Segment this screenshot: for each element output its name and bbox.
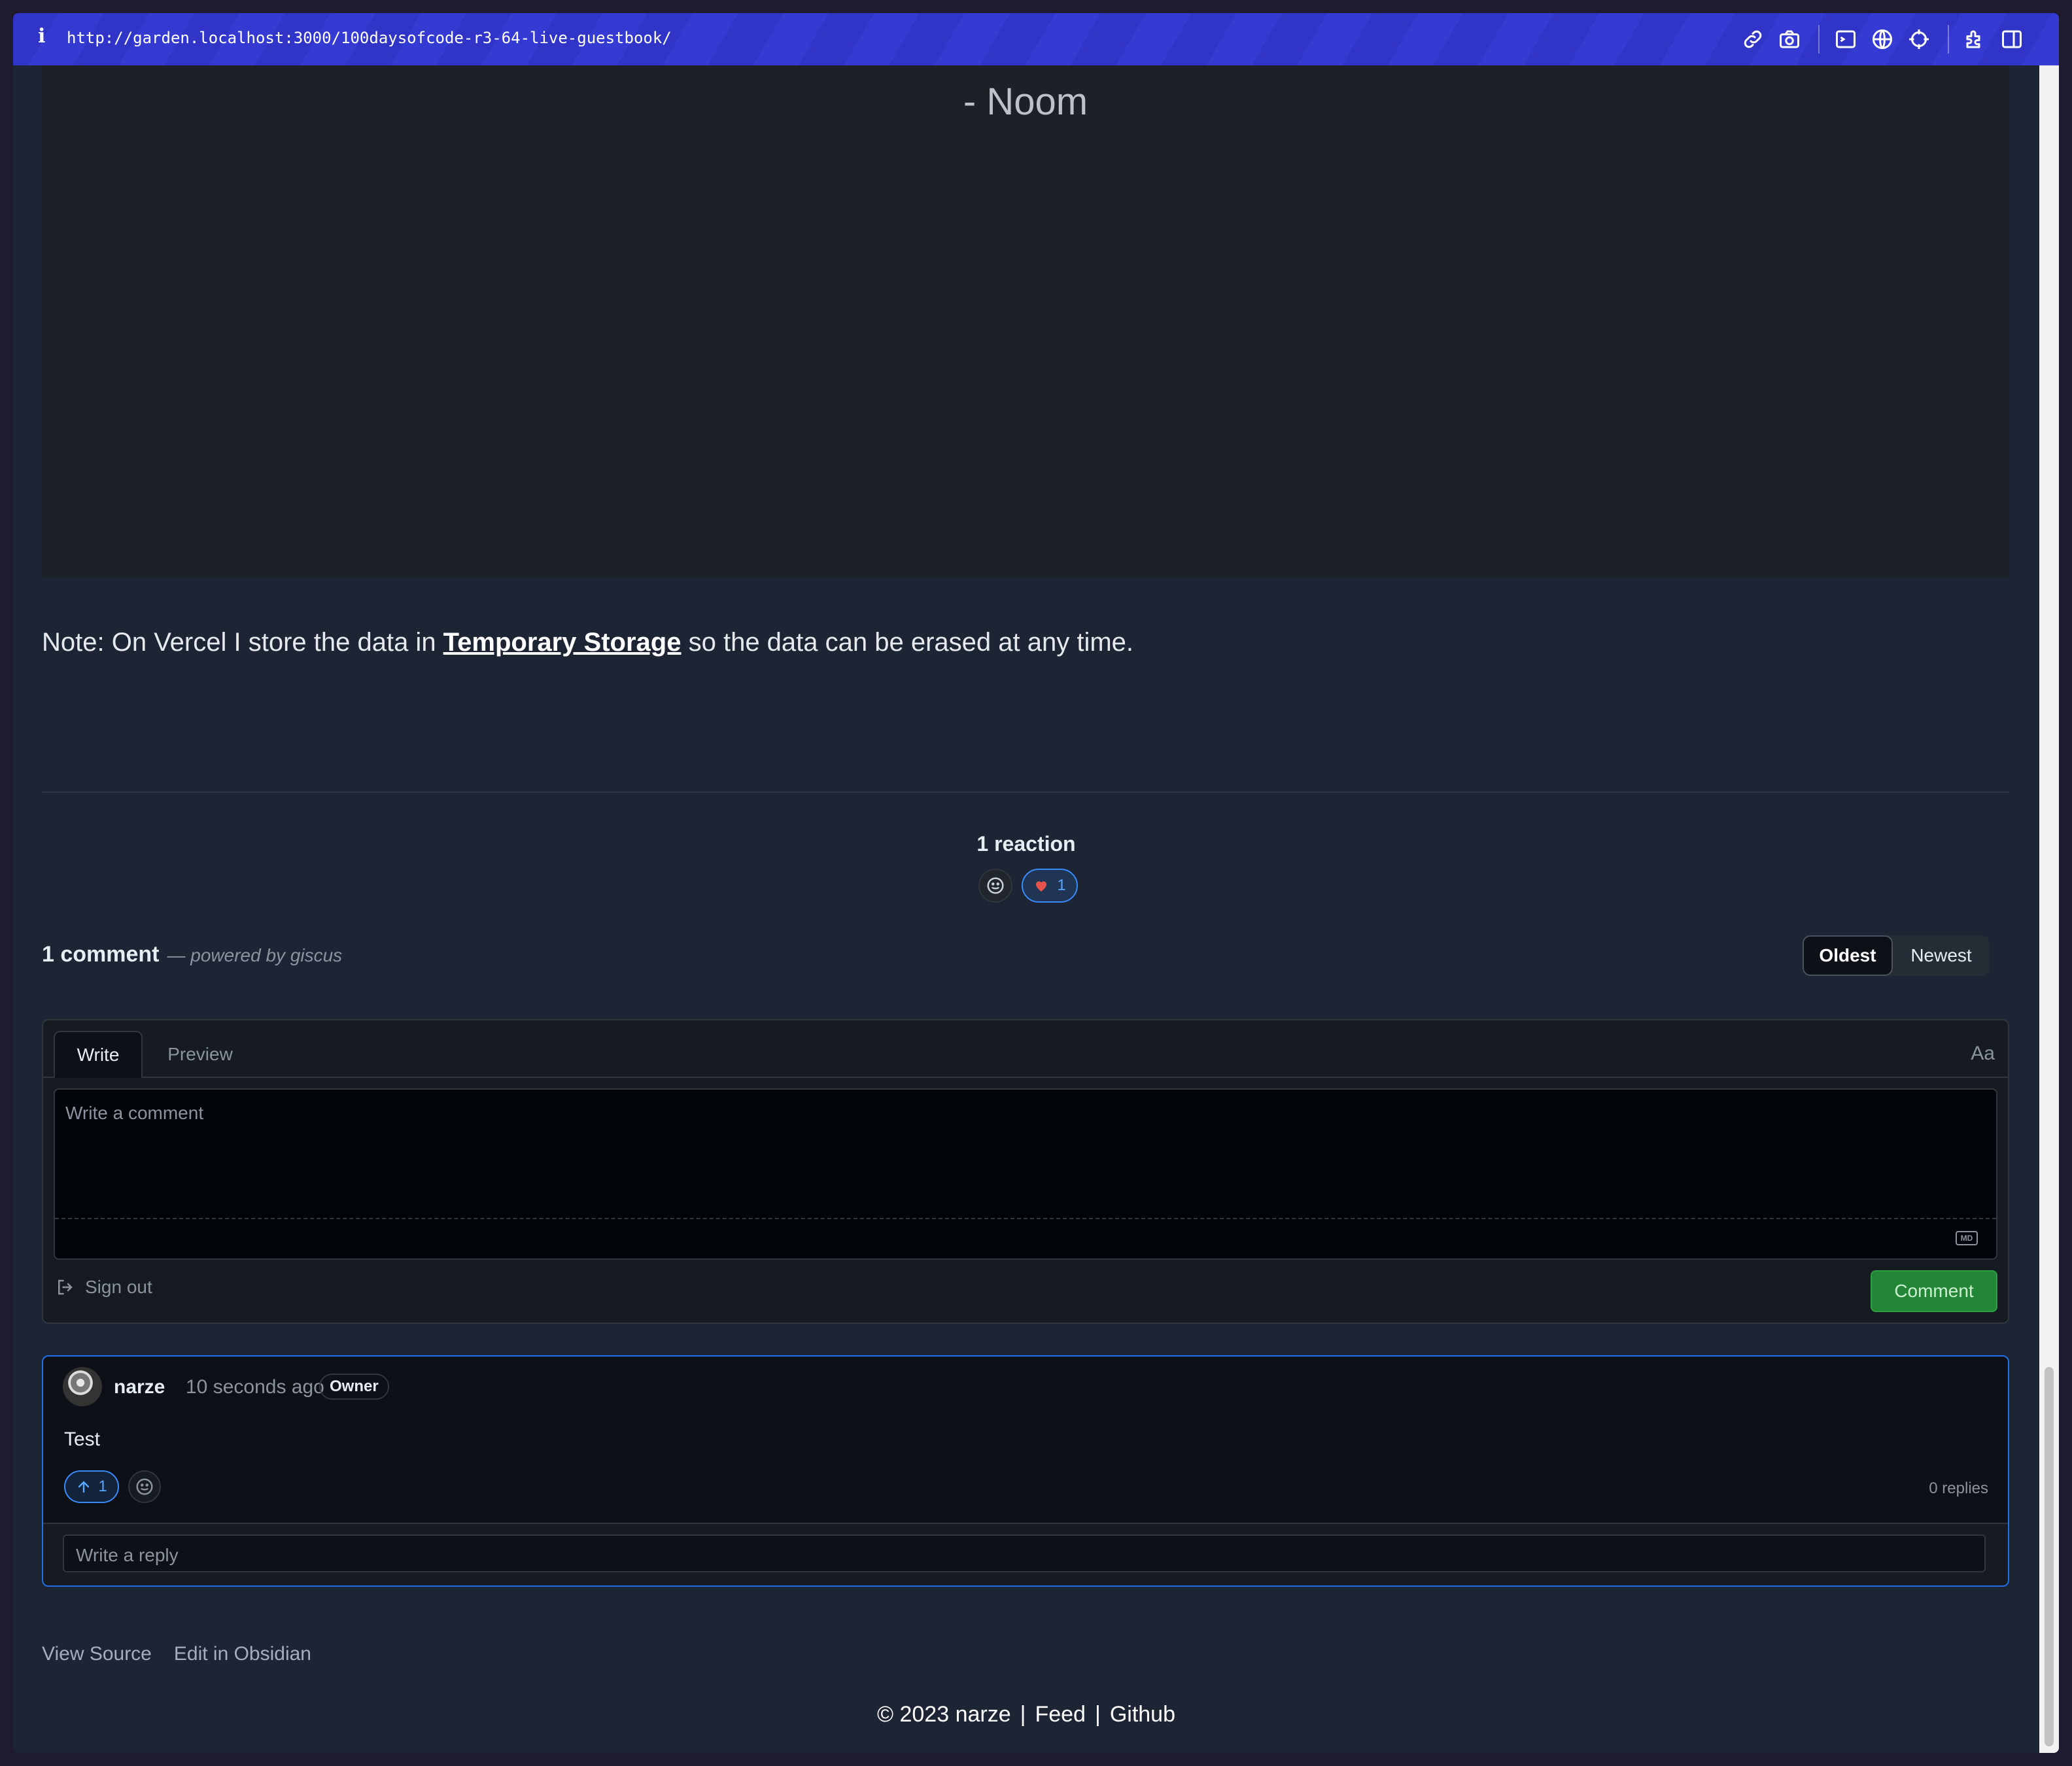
sidebar-icon[interactable]	[2000, 27, 2024, 51]
page-content: - Noom Note: On Vercel I store the data …	[13, 65, 2039, 1753]
section-divider	[42, 791, 2009, 793]
powered-by-giscus: — powered by giscus	[167, 945, 343, 965]
temporary-storage-link[interactable]: Temporary Storage	[443, 628, 682, 657]
avatar[interactable]	[63, 1367, 102, 1406]
tab-write[interactable]: Write	[54, 1031, 143, 1078]
quote-block: - Noom	[42, 65, 2009, 577]
comment-count: 1 comment — powered by giscus	[42, 942, 342, 967]
reactions-title: 1 reaction	[976, 832, 1076, 856]
terminal-icon[interactable]	[1834, 27, 1857, 51]
sort-toggle: Oldest Newest	[1803, 935, 1990, 976]
view-source-link[interactable]: View Source	[42, 1643, 152, 1665]
sort-newest-button[interactable]: Newest	[1893, 935, 1990, 976]
smiley-icon	[136, 1478, 153, 1495]
comment-body: Test	[64, 1428, 101, 1450]
add-reaction-button[interactable]	[978, 869, 1012, 903]
note-prefix: Note: On Vercel I store the data in	[42, 628, 443, 657]
comment-placeholder: Write a comment	[65, 1103, 204, 1123]
upvote-count: 1	[98, 1478, 107, 1495]
arrow-up-icon	[78, 1481, 90, 1493]
copyright-text: © 2023 narze	[876, 1702, 1011, 1727]
scrollbar-thumb[interactable]	[2045, 1367, 2054, 1746]
textarea-divider	[55, 1218, 1996, 1219]
markdown-icon: MD	[1956, 1231, 1978, 1245]
comment-time[interactable]: 10 seconds ago	[186, 1376, 324, 1398]
owner-badge: Owner	[319, 1374, 389, 1400]
reply-area: Write a reply	[43, 1523, 2008, 1585]
smiley-icon	[987, 877, 1004, 894]
camera-icon[interactable]	[1778, 27, 1801, 51]
scrollbar[interactable]	[2039, 65, 2059, 1753]
tab-preview[interactable]: Preview	[154, 1031, 246, 1078]
heart-reaction-count: 1	[1057, 876, 1066, 894]
comment-author[interactable]: narze	[114, 1376, 165, 1398]
footer-separator: |	[1094, 1702, 1101, 1727]
sign-out-icon	[58, 1279, 73, 1295]
heart-icon	[1036, 881, 1047, 892]
footer-separator: |	[1020, 1702, 1026, 1727]
add-comment-reaction-button[interactable]	[128, 1470, 161, 1503]
upvote-button[interactable]: 1	[64, 1470, 119, 1503]
feed-link[interactable]: Feed	[1035, 1702, 1086, 1727]
sort-oldest-button[interactable]: Oldest	[1803, 935, 1893, 976]
comment-editor: Write Preview Aa Write a comment MD Sign…	[42, 1019, 2009, 1324]
url-text[interactable]: http://garden.localhost:3000/100daysofco…	[67, 29, 672, 47]
reply-input[interactable]: Write a reply	[63, 1534, 1986, 1572]
site-footer: © 2023 narze | Feed | Github	[13, 1702, 2039, 1727]
edit-in-obsidian-link[interactable]: Edit in Obsidian	[174, 1643, 311, 1665]
tabs-divider	[43, 1077, 2008, 1078]
globe-icon[interactable]	[1871, 27, 1894, 51]
comment-textarea[interactable]: Write a comment MD	[54, 1088, 1997, 1260]
page-links: View Source Edit in Obsidian	[42, 1643, 311, 1665]
font-toggle-button[interactable]: Aa	[1971, 1043, 1995, 1065]
comment-submit-button[interactable]: Comment	[1871, 1270, 1997, 1312]
toolbar-separator	[1818, 25, 1820, 54]
heart-reaction-button[interactable]: 1	[1022, 869, 1078, 903]
extension-icon[interactable]	[1963, 27, 1987, 51]
sign-out-button[interactable]: Sign out	[55, 1277, 152, 1298]
reply-count: 0 replies	[1929, 1480, 1988, 1497]
sign-out-label: Sign out	[85, 1277, 152, 1297]
crosshair-icon[interactable]	[1907, 27, 1931, 51]
github-link[interactable]: Github	[1110, 1702, 1175, 1727]
toolbar-separator	[1948, 25, 1949, 54]
comment-count-label: 1 comment	[42, 942, 160, 967]
storage-note: Note: On Vercel I store the data in Temp…	[42, 628, 1133, 657]
note-suffix: so the data can be erased at any time.	[681, 628, 1134, 657]
link-icon[interactable]	[1741, 27, 1765, 51]
info-icon[interactable]: i	[38, 25, 45, 48]
quote-author: - Noom	[963, 80, 1088, 123]
url-bar: i http://garden.localhost:3000/100daysof…	[13, 13, 2059, 65]
reply-placeholder: Write a reply	[76, 1545, 179, 1565]
browser-window: i http://garden.localhost:3000/100daysof…	[13, 13, 2059, 1753]
comment-card: narze 10 seconds ago Owner Test 1 0 repl…	[42, 1355, 2009, 1587]
